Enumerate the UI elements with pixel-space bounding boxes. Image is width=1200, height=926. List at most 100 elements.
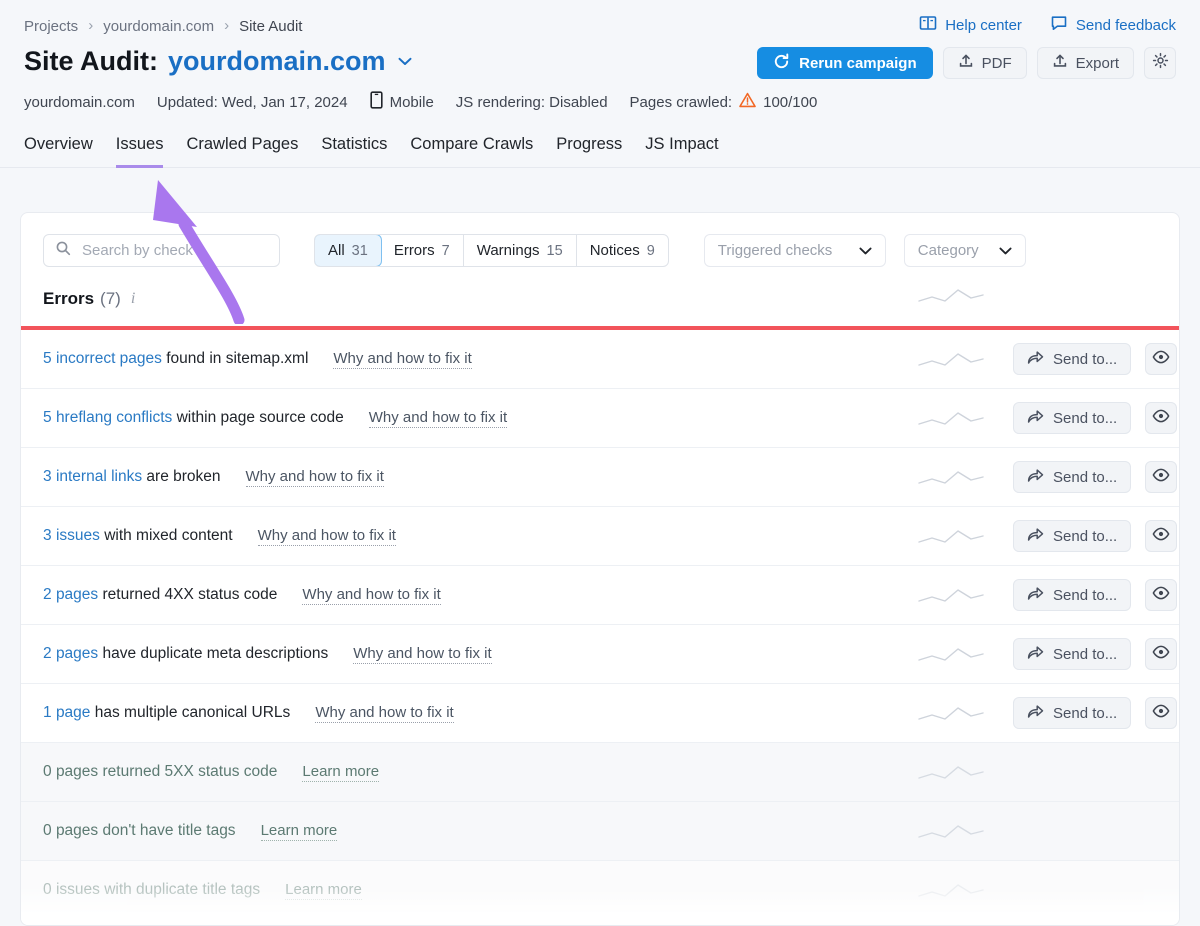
info-icon[interactable]: i bbox=[131, 290, 135, 308]
table-row[interactable]: 3 issues with mixed content Why and how … bbox=[21, 507, 1179, 566]
table-row[interactable]: 5 hreflang conflicts within page source … bbox=[21, 389, 1179, 448]
issue-fix-link[interactable]: Why and how to fix it bbox=[302, 586, 440, 605]
send-to-button[interactable]: Send to... bbox=[1013, 520, 1131, 552]
chevron-right-icon: › bbox=[88, 18, 93, 33]
issue-learn-more-link[interactable]: Learn more bbox=[302, 763, 379, 782]
send-to-button[interactable]: Send to... bbox=[1013, 579, 1131, 611]
segment-all-label: All bbox=[328, 242, 345, 259]
send-to-button[interactable]: Send to... bbox=[1013, 461, 1131, 493]
issue-subject: issues bbox=[56, 881, 100, 898]
page-title-label: Site Audit: bbox=[24, 46, 158, 77]
errors-section-header: Errors (7) i bbox=[21, 267, 1179, 309]
issue-count[interactable]: 5 bbox=[43, 350, 52, 367]
segment-warnings[interactable]: Warnings 15 bbox=[464, 235, 577, 266]
send-to-label: Send to... bbox=[1053, 351, 1117, 368]
table-row[interactable]: 0 pages don't have title tags Learn more bbox=[21, 802, 1179, 861]
meta-row: yourdomain.com Updated: Wed, Jan 17, 202… bbox=[24, 91, 1176, 113]
export-button[interactable]: Export bbox=[1037, 47, 1134, 79]
tab-js-impact[interactable]: JS Impact bbox=[645, 135, 718, 168]
issue-count[interactable]: 3 bbox=[43, 468, 52, 485]
table-row[interactable]: 2 pages have duplicate meta descriptions… bbox=[21, 625, 1179, 684]
issue-rest: returned 5XX status code bbox=[102, 763, 277, 780]
warning-icon bbox=[739, 92, 756, 112]
send-feedback-link[interactable]: Send feedback bbox=[1050, 14, 1176, 36]
rerun-campaign-button[interactable]: Rerun campaign bbox=[757, 47, 933, 79]
upload-icon bbox=[958, 53, 974, 73]
hide-issue-button[interactable] bbox=[1145, 402, 1177, 434]
category-dropdown[interactable]: Category bbox=[904, 234, 1026, 267]
issue-subject[interactable]: incorrect pages bbox=[56, 350, 162, 367]
chevron-down-icon bbox=[859, 244, 872, 258]
issue-fix-link[interactable]: Why and how to fix it bbox=[369, 409, 507, 428]
tab-progress[interactable]: Progress bbox=[556, 135, 622, 168]
sparkline-icon bbox=[916, 526, 986, 553]
table-row[interactable]: 2 pages returned 4XX status code Why and… bbox=[21, 566, 1179, 625]
issue-subject[interactable]: pages bbox=[56, 586, 98, 603]
search-check-field[interactable] bbox=[43, 234, 280, 267]
breadcrumb-item-projects[interactable]: Projects bbox=[24, 18, 78, 35]
segment-notices[interactable]: Notices 9 bbox=[577, 235, 668, 266]
issues-list: 5 incorrect pages found in sitemap.xml W… bbox=[21, 330, 1179, 920]
tab-overview[interactable]: Overview bbox=[24, 135, 93, 168]
hide-issue-button[interactable] bbox=[1145, 638, 1177, 670]
search-icon bbox=[55, 240, 71, 261]
segment-warnings-count: 15 bbox=[547, 243, 563, 259]
issues-card: All 31 Errors 7 Warnings 15 Notices 9 Tr… bbox=[20, 212, 1180, 926]
issue-count[interactable]: 5 bbox=[43, 409, 52, 426]
issue-text: 0 issues with duplicate title tags bbox=[43, 881, 260, 899]
tab-statistics[interactable]: Statistics bbox=[321, 135, 387, 168]
send-to-button[interactable]: Send to... bbox=[1013, 402, 1131, 434]
hide-issue-button[interactable] bbox=[1145, 520, 1177, 552]
issue-learn-more-link[interactable]: Learn more bbox=[285, 881, 362, 900]
refresh-icon bbox=[773, 53, 790, 74]
send-to-button[interactable]: Send to... bbox=[1013, 638, 1131, 670]
triggered-checks-dropdown[interactable]: Triggered checks bbox=[704, 234, 886, 267]
hide-issue-button[interactable] bbox=[1145, 579, 1177, 611]
send-to-label: Send to... bbox=[1053, 705, 1117, 722]
tab-crawled-pages[interactable]: Crawled Pages bbox=[186, 135, 298, 168]
table-row[interactable]: 0 pages returned 5XX status code Learn m… bbox=[21, 743, 1179, 802]
issue-subject[interactable]: hreflang conflicts bbox=[56, 409, 172, 426]
table-row[interactable]: 5 incorrect pages found in sitemap.xml W… bbox=[21, 330, 1179, 389]
issue-count[interactable]: 2 bbox=[43, 586, 52, 603]
pdf-button[interactable]: PDF bbox=[943, 47, 1027, 79]
issue-fix-link[interactable]: Why and how to fix it bbox=[258, 527, 396, 546]
help-center-link[interactable]: Help center bbox=[919, 14, 1022, 36]
send-to-button[interactable]: Send to... bbox=[1013, 697, 1131, 729]
issue-learn-more-link[interactable]: Learn more bbox=[261, 822, 338, 841]
issue-fix-link[interactable]: Why and how to fix it bbox=[315, 704, 453, 723]
meta-updated: Updated: Wed, Jan 17, 2024 bbox=[157, 94, 348, 111]
page-title-domain[interactable]: yourdomain.com bbox=[168, 46, 386, 77]
issue-subject[interactable]: page bbox=[56, 704, 90, 721]
issue-count[interactable]: 3 bbox=[43, 527, 52, 544]
search-input[interactable] bbox=[80, 241, 268, 260]
issue-subject[interactable]: internal links bbox=[56, 468, 142, 485]
issue-text: 0 pages don't have title tags bbox=[43, 822, 236, 840]
issue-fix-link[interactable]: Why and how to fix it bbox=[353, 645, 491, 664]
tab-compare-crawls[interactable]: Compare Crawls bbox=[410, 135, 533, 168]
issue-count[interactable]: 2 bbox=[43, 645, 52, 662]
gear-icon bbox=[1152, 52, 1169, 74]
eye-icon bbox=[1152, 527, 1170, 546]
hide-issue-button[interactable] bbox=[1145, 343, 1177, 375]
chevron-down-icon[interactable] bbox=[398, 53, 412, 70]
hide-issue-button[interactable] bbox=[1145, 697, 1177, 729]
segment-errors[interactable]: Errors 7 bbox=[381, 235, 464, 266]
table-row[interactable]: 1 page has multiple canonical URLs Why a… bbox=[21, 684, 1179, 743]
issue-subject[interactable]: issues bbox=[56, 527, 100, 544]
issue-fix-link[interactable]: Why and how to fix it bbox=[333, 350, 471, 369]
meta-pages-crawled: Pages crawled: 100/100 bbox=[630, 92, 818, 112]
issue-count[interactable]: 1 bbox=[43, 704, 52, 721]
breadcrumb-item-domain[interactable]: yourdomain.com bbox=[103, 18, 214, 35]
table-row[interactable]: 0 issues with duplicate title tags Learn… bbox=[21, 861, 1179, 920]
issue-subject[interactable]: pages bbox=[56, 645, 98, 662]
segment-all[interactable]: All 31 bbox=[314, 234, 382, 267]
issue-rest: are broken bbox=[146, 468, 220, 485]
issue-text: 0 pages returned 5XX status code bbox=[43, 763, 277, 781]
table-row[interactable]: 3 internal links are broken Why and how … bbox=[21, 448, 1179, 507]
settings-button[interactable] bbox=[1144, 47, 1176, 79]
send-to-button[interactable]: Send to... bbox=[1013, 343, 1131, 375]
issue-fix-link[interactable]: Why and how to fix it bbox=[246, 468, 384, 487]
tab-issues[interactable]: Issues bbox=[116, 135, 164, 168]
hide-issue-button[interactable] bbox=[1145, 461, 1177, 493]
